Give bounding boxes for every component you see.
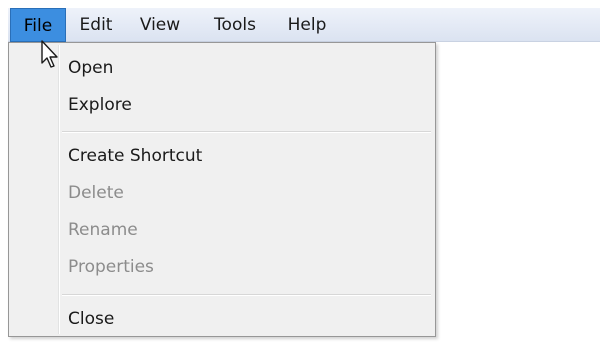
menu-item-close[interactable]: Close xyxy=(68,304,114,334)
menu-view[interactable]: View xyxy=(136,8,184,42)
menu-separator xyxy=(62,294,431,296)
menu-item-open[interactable]: Open xyxy=(68,53,113,83)
arrow-pointer-icon xyxy=(41,40,58,68)
menu-bar: File Edit View Tools Help xyxy=(8,8,600,42)
menu-separator xyxy=(62,131,431,133)
menu-file[interactable]: File xyxy=(10,8,66,42)
menu-help[interactable]: Help xyxy=(283,8,331,42)
menu-item-properties: Properties xyxy=(68,257,154,277)
window: File Edit View Tools Help Open Explore C… xyxy=(0,0,600,343)
menu-icon-gutter xyxy=(58,45,60,334)
menu-tools[interactable]: Tools xyxy=(206,8,264,42)
menu-item-rename: Rename xyxy=(68,220,138,240)
menu-item-create-shortcut[interactable]: Create Shortcut xyxy=(68,141,202,171)
menu-item-explore[interactable]: Explore xyxy=(68,90,132,120)
file-dropdown-menu: Open Explore Create Shortcut Delete Rena… xyxy=(8,42,436,337)
menu-item-delete: Delete xyxy=(68,183,124,203)
menu-edit[interactable]: Edit xyxy=(76,8,116,42)
